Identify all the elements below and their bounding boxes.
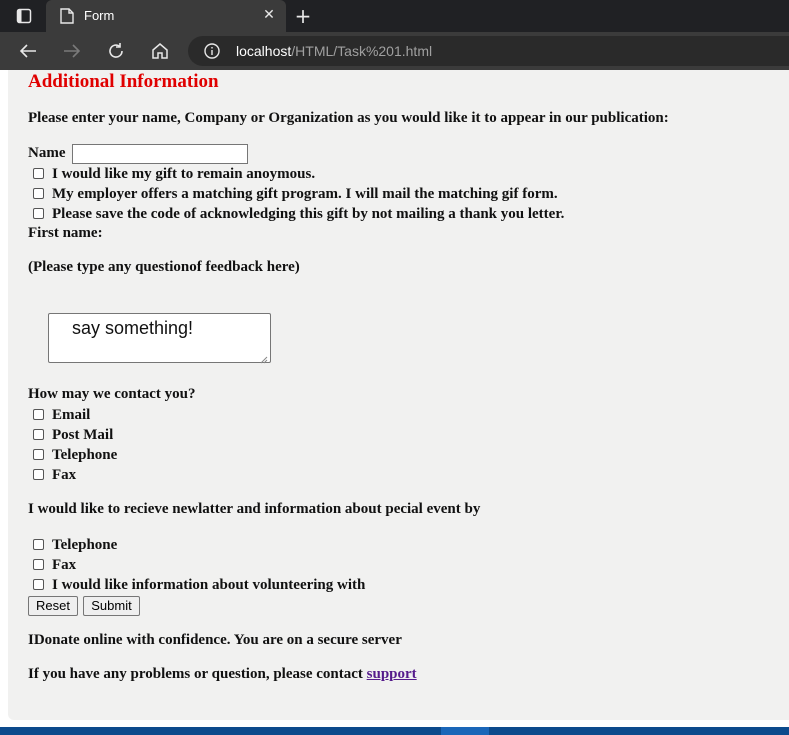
url-text: localhost/HTML/Task%201.html <box>236 43 432 59</box>
contact-question: How may we contact you? <box>28 386 196 402</box>
anonymous-checkbox[interactable] <box>33 168 44 179</box>
name-label: Name <box>28 145 66 161</box>
name-input[interactable] <box>72 144 248 164</box>
fax-checkbox[interactable] <box>33 469 44 480</box>
support-link[interactable]: support <box>367 666 417 682</box>
volunteer-label: I would like information about volunteer… <box>52 577 366 593</box>
home-icon[interactable] <box>149 40 171 62</box>
newsletter-telephone-checkbox[interactable] <box>33 539 44 550</box>
close-icon[interactable]: ✕ <box>262 8 276 22</box>
telephone-checkbox[interactable] <box>33 449 44 460</box>
newsletter-fax-checkbox[interactable] <box>33 559 44 570</box>
post-mail-label: Post Mail <box>52 427 114 443</box>
tab-title: Form <box>84 8 115 23</box>
taskbar-active-item <box>441 727 489 735</box>
refresh-icon[interactable] <box>105 40 127 62</box>
tab-actions-icon[interactable] <box>10 6 38 26</box>
newsletter-fax-label: Fax <box>52 557 77 573</box>
browser-tab-bar: Form ✕ + <box>0 0 789 32</box>
intro-text: Please enter your name, Company or Organ… <box>28 110 669 126</box>
browser-tab[interactable]: Form ✕ <box>46 0 286 32</box>
first-name-label: First name: <box>28 225 103 241</box>
browser-nav-bar: localhost/HTML/Task%201.html <box>0 32 789 70</box>
no-thank-you-letter-checkbox[interactable] <box>33 208 44 219</box>
form-panel: Additional Information Please enter your… <box>8 70 789 720</box>
info-icon[interactable] <box>204 43 220 59</box>
email-label: Email <box>52 407 91 423</box>
page-viewport: Additional Information Please enter your… <box>0 70 789 735</box>
reset-button[interactable]: Reset <box>28 596 78 616</box>
page-icon <box>60 8 74 24</box>
anonymous-label: I would like my gift to remain anoymous. <box>52 166 316 182</box>
newsletter-telephone-label: Telephone <box>52 537 118 553</box>
feedback-prompt: (Please type any questionof feedback her… <box>28 259 300 275</box>
forward-arrow-icon[interactable] <box>61 40 83 62</box>
newsletter-question: I would like to recieve newlatter and in… <box>28 501 481 517</box>
fax-label: Fax <box>52 467 77 483</box>
url-host: localhost <box>236 43 292 59</box>
feedback-textarea[interactable]: say something! <box>48 313 271 364</box>
back-arrow-icon[interactable] <box>17 40 39 62</box>
matching-gift-label: My employer offers a matching gift progr… <box>52 186 558 202</box>
contact-note-text: If you have any problems or question, pl… <box>28 666 363 682</box>
contact-note: If you have any problems or question, pl… <box>28 666 417 683</box>
url-path: /HTML/Task%201.html <box>291 43 433 59</box>
taskbar-strip <box>0 727 789 735</box>
matching-gift-checkbox[interactable] <box>33 188 44 199</box>
telephone-label: Telephone <box>52 447 118 463</box>
address-bar[interactable]: localhost/HTML/Task%201.html <box>188 36 789 66</box>
secure-note: IDonate online with confidence. You are … <box>28 632 402 648</box>
email-checkbox[interactable] <box>33 409 44 420</box>
resize-grip-icon[interactable] <box>260 352 268 364</box>
plus-icon[interactable]: + <box>292 6 314 26</box>
no-thank-you-letter-label: Please save the code of acknowledging th… <box>52 206 565 222</box>
feedback-text: say something! <box>72 318 194 338</box>
submit-button[interactable]: Submit <box>83 596 140 616</box>
section-heading: Additional Information <box>28 71 219 92</box>
post-mail-checkbox[interactable] <box>33 429 44 440</box>
volunteer-checkbox[interactable] <box>33 579 44 590</box>
